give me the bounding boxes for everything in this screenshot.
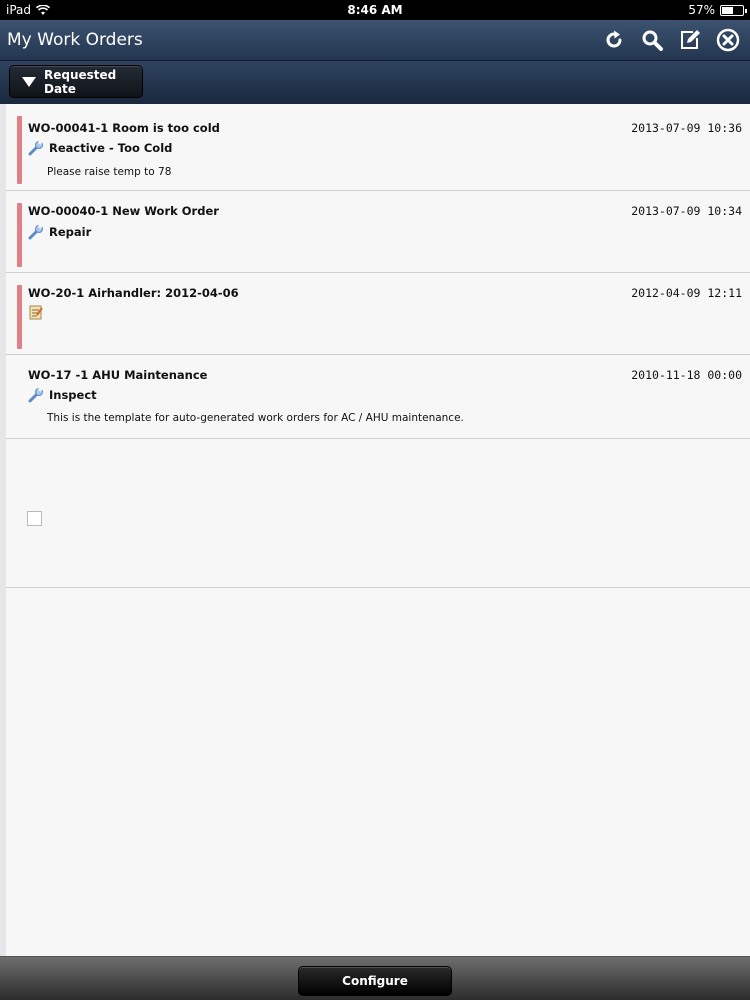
battery-icon (720, 4, 747, 16)
work-order-date: 2010-11-18 00:00 (631, 368, 742, 382)
work-order-type: Reactive - Too Cold (49, 141, 173, 155)
list-item[interactable]: WO-17 -1 AHU Maintenance 2010-11-18 00:0… (6, 355, 750, 439)
work-order-date: 2013-07-09 10:34 (631, 204, 742, 218)
close-icon[interactable] (716, 28, 740, 52)
wrench-icon (28, 140, 43, 156)
work-order-date: 2013-07-09 10:36 (631, 121, 742, 135)
work-order-date: 2012-04-09 12:11 (631, 286, 742, 300)
list-item[interactable]: WO-20-1 Airhandler: 2012-04-06 2012-04-0… (6, 273, 750, 355)
work-order-title: WO-00041-1 Room is too cold (28, 121, 220, 135)
triangle-down-icon (22, 76, 36, 87)
list-item[interactable]: WO-00040-1 New Work Order 2013-07-09 10:… (6, 191, 750, 273)
battery-percent: 57% (688, 3, 715, 17)
search-icon[interactable] (640, 28, 664, 52)
empty-list-item (6, 439, 750, 588)
work-order-type: Repair (49, 225, 92, 239)
nav-bar: My Work Orders (0, 20, 750, 61)
page-title: My Work Orders (7, 30, 143, 50)
compose-icon[interactable] (678, 28, 702, 52)
work-order-description: This is the template for auto-generated … (47, 412, 464, 424)
sort-button[interactable]: Requested Date (9, 65, 143, 98)
work-order-title: WO-20-1 Airhandler: 2012-04-06 (28, 286, 239, 300)
status-bar: iPad 8:46 AM 57% (0, 0, 750, 20)
flag-bar (17, 285, 22, 349)
sort-toolbar: Requested Date (0, 61, 750, 104)
notepad-icon (29, 305, 43, 320)
clock: 8:46 AM (347, 3, 403, 17)
sort-label: Requested Date (44, 67, 117, 96)
bottom-toolbar: Configure (0, 956, 750, 1000)
work-order-title: WO-00040-1 New Work Order (28, 204, 219, 218)
configure-button[interactable]: Configure (298, 966, 452, 996)
wrench-icon (28, 387, 43, 403)
flag-bar (17, 203, 22, 267)
refresh-icon[interactable] (602, 28, 626, 52)
work-order-list: WO-00041-1 Room is too cold 2013-07-09 1… (0, 104, 750, 956)
work-order-type: Inspect (49, 388, 97, 402)
work-order-title: WO-17 -1 AHU Maintenance (28, 368, 208, 382)
list-item[interactable]: WO-00041-1 Room is too cold 2013-07-09 1… (6, 104, 750, 191)
work-order-description: Please raise temp to 78 (47, 166, 172, 178)
checkbox[interactable] (27, 511, 42, 526)
wrench-icon (28, 224, 43, 240)
flag-bar (17, 116, 22, 184)
